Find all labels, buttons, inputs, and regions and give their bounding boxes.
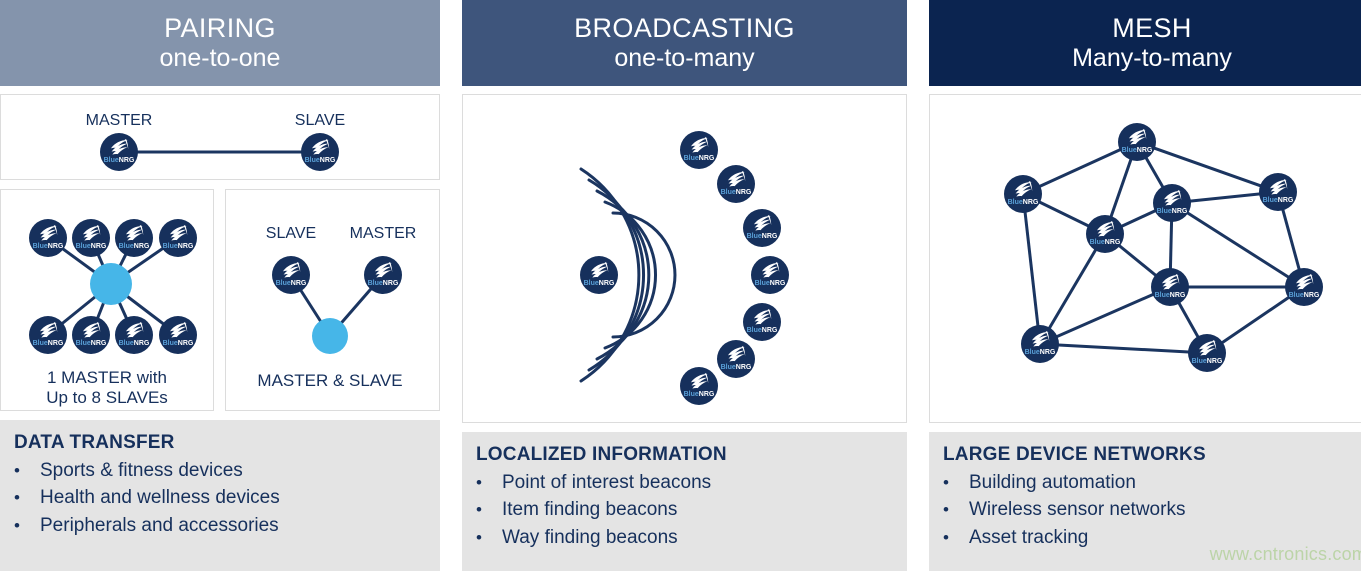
- list-item: • Way finding beacons: [476, 524, 907, 551]
- list-item-label: Building automation: [969, 472, 1136, 493]
- caption-star-line2: Up to 8 SLAVEs: [46, 388, 168, 407]
- node-mesh[interactable]: [1285, 268, 1323, 306]
- list-item: • Building automation: [943, 469, 1361, 496]
- mesh-svg: [1004, 123, 1323, 372]
- node-slave[interactable]: [301, 133, 339, 171]
- list-item: • Sports & fitness devices: [14, 457, 440, 484]
- diagram-broadcasting: [462, 94, 907, 423]
- node-master[interactable]: [100, 133, 138, 171]
- node-slave[interactable]: [115, 219, 153, 257]
- node-mesh[interactable]: [1259, 173, 1297, 211]
- banner-broadcasting-title: BROADCASTING: [574, 12, 795, 43]
- node-receiver[interactable]: [717, 340, 755, 378]
- node-receiver[interactable]: [680, 367, 718, 405]
- bluetooth-topology-infographic: PAIRING one-to-one MASTER SLAVE 1 MASTER…: [0, 0, 1361, 571]
- node-slave[interactable]: [115, 316, 153, 354]
- node-receiver[interactable]: [743, 303, 781, 341]
- node-master-and-slave[interactable]: [312, 318, 348, 354]
- master-and-slave-svg: SLAVE MASTER MASTER & SLAVE: [257, 225, 417, 390]
- label-master: MASTER: [350, 225, 417, 242]
- node-mesh[interactable]: [1004, 175, 1042, 213]
- list-item-label: Asset tracking: [969, 526, 1089, 548]
- caption-master-and-slave: MASTER & SLAVE: [257, 371, 402, 390]
- banner-pairing-title: PAIRING: [164, 12, 276, 43]
- info-heading: DATA TRANSFER: [14, 432, 175, 453]
- info-heading: LOCALIZED INFORMATION: [476, 444, 727, 465]
- node-slave[interactable]: [272, 256, 310, 294]
- bullet-icon: •: [14, 461, 20, 480]
- bullet-icon: •: [943, 473, 949, 492]
- bullet-icon: •: [943, 500, 949, 520]
- diagram-mesh: [929, 94, 1361, 423]
- column-mesh: MESH Many-to-many LARGE DEVICE NETWORKS …: [929, 0, 1361, 571]
- list-item: • Wireless sensor networks: [943, 496, 1361, 523]
- node-master[interactable]: [364, 256, 402, 294]
- banner-mesh-title: MESH: [1112, 12, 1192, 43]
- pairing-diagram-row: 1 MASTER with Up to 8 SLAVEs SLAVE MASTE…: [0, 189, 440, 411]
- node-receiver[interactable]: [717, 165, 755, 203]
- diagram-one-to-one: MASTER SLAVE: [0, 94, 440, 180]
- node-slave[interactable]: [29, 316, 67, 354]
- info-list: • Sports & fitness devices • Health and …: [14, 457, 440, 539]
- label-master: MASTER: [86, 112, 153, 129]
- banner-broadcasting: BROADCASTING one-to-many: [462, 0, 907, 86]
- info-heading: LARGE DEVICE NETWORKS: [943, 444, 1206, 465]
- node-mesh[interactable]: [1086, 215, 1124, 253]
- list-item-label: Sports & fitness devices: [40, 460, 243, 481]
- caption-star-line1: 1 MASTER with: [47, 368, 167, 387]
- bullet-icon: •: [476, 473, 482, 492]
- info-panel-localized-information: LOCALIZED INFORMATION • Point of interes…: [462, 432, 907, 571]
- mesh-links: [1021, 140, 1306, 355]
- list-item: • Asset tracking: [943, 524, 1361, 551]
- info-list: • Point of interest beacons • Item findi…: [476, 469, 907, 551]
- broadcasting-svg: [579, 131, 789, 405]
- node-broadcaster[interactable]: [580, 256, 618, 294]
- label-slave: SLAVE: [295, 112, 345, 129]
- list-item: • Peripherals and accessories: [14, 512, 440, 539]
- node-receiver[interactable]: [680, 131, 718, 169]
- node-master-hub[interactable]: [90, 263, 132, 305]
- column-pairing: PAIRING one-to-one MASTER SLAVE 1 MASTER…: [0, 0, 440, 571]
- node-slave[interactable]: [159, 219, 197, 257]
- list-item-label: Peripherals and accessories: [40, 514, 279, 536]
- diagram-master-and-slave: SLAVE MASTER MASTER & SLAVE: [225, 189, 440, 411]
- list-item-label: Health and wellness devices: [40, 487, 280, 509]
- list-item: • Health and wellness devices: [14, 484, 440, 511]
- list-item: • Item finding beacons: [476, 496, 907, 523]
- banner-mesh-subtitle: Many-to-many: [1072, 44, 1232, 73]
- banner-pairing-subtitle: one-to-one: [159, 44, 281, 73]
- node-mesh[interactable]: [1151, 268, 1189, 306]
- bullet-icon: •: [943, 527, 949, 547]
- label-slave: SLAVE: [266, 225, 316, 242]
- bullet-icon: •: [476, 500, 482, 520]
- banner-broadcasting-subtitle: one-to-many: [614, 44, 755, 73]
- node-receiver[interactable]: [743, 209, 781, 247]
- node-mesh[interactable]: [1153, 184, 1191, 222]
- node-slave[interactable]: [72, 219, 110, 257]
- info-panel-large-device-networks: LARGE DEVICE NETWORKS • Building automat…: [929, 432, 1361, 571]
- node-slave[interactable]: [159, 316, 197, 354]
- node-slave[interactable]: [72, 316, 110, 354]
- banner-mesh: MESH Many-to-many: [929, 0, 1361, 86]
- list-item: • Point of interest beacons: [476, 469, 907, 496]
- banner-pairing: PAIRING one-to-one: [0, 0, 440, 86]
- list-item-label: Wireless sensor networks: [969, 499, 1186, 521]
- column-broadcasting: BROADCASTING one-to-many LOCALIZED INFOR…: [462, 0, 907, 571]
- bullet-icon: •: [14, 515, 20, 535]
- info-list: • Building automation • Wireless sensor …: [943, 469, 1361, 551]
- bullet-icon: •: [14, 488, 20, 508]
- star-topology-svg: 1 MASTER with Up to 8 SLAVEs: [29, 219, 197, 407]
- node-mesh[interactable]: [1021, 325, 1059, 363]
- list-item-label: Point of interest beacons: [502, 472, 712, 493]
- node-receiver[interactable]: [751, 256, 789, 294]
- bullet-icon: •: [476, 527, 482, 547]
- node-mesh[interactable]: [1188, 334, 1226, 372]
- one-to-one-svg: MASTER SLAVE: [86, 112, 345, 171]
- list-item-label: Item finding beacons: [502, 499, 678, 521]
- node-mesh[interactable]: [1118, 123, 1156, 161]
- info-panel-data-transfer: DATA TRANSFER • Sports & fitness devices…: [0, 420, 440, 571]
- node-slave[interactable]: [29, 219, 67, 257]
- diagram-star-topology: 1 MASTER with Up to 8 SLAVEs: [0, 189, 214, 411]
- list-item-label: Way finding beacons: [502, 526, 678, 548]
